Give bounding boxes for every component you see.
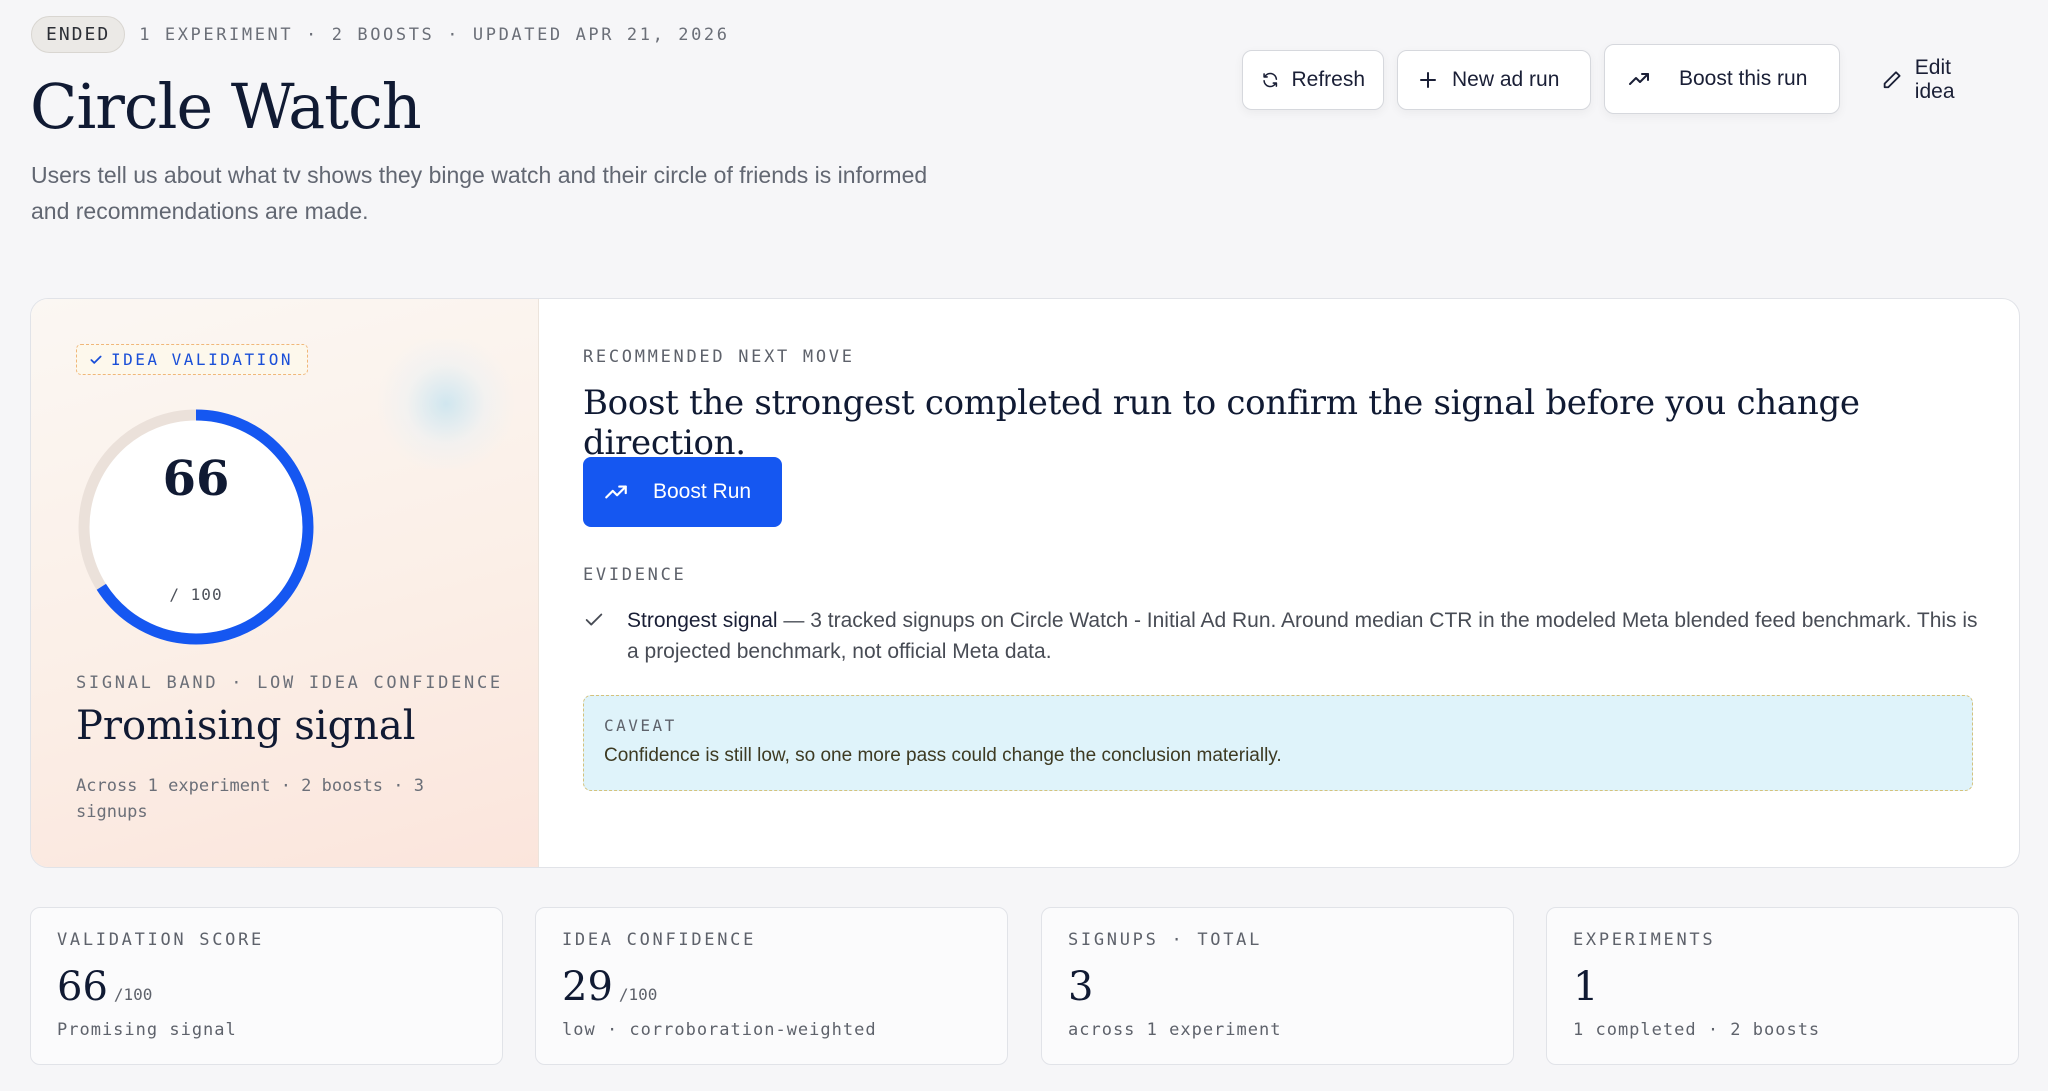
idea-validation-label: IDEA VALIDATION <box>111 350 293 369</box>
decorative-glow <box>371 339 521 469</box>
boost-run-label: Boost Run <box>653 480 752 503</box>
evidence-title: Strongest signal <box>627 609 778 632</box>
recommendation-label: RECOMMENDED NEXT MOVE <box>583 347 855 367</box>
recommendation-panel: RECOMMENDED NEXT MOVE Boost the stronges… <box>583 299 2019 867</box>
score-value: 66 <box>162 451 230 507</box>
boost-run-button[interactable]: Boost Run <box>583 457 782 527</box>
stat-label: IDEA CONFIDENCE <box>562 930 757 950</box>
score-panel: IDEA VALIDATION 66 / 100 SIGNAL BAND · L… <box>31 299 539 867</box>
boost-this-run-label: Boost this run <box>1679 67 1808 90</box>
refresh-button[interactable]: Refresh <box>1242 50 1384 110</box>
status-badge: ENDED <box>31 16 126 53</box>
stat-label: EXPERIMENTS <box>1573 930 1716 950</box>
caveat-box: CAVEAT Confidence is still low, so one m… <box>583 695 1973 791</box>
stat-value: 29 <box>562 964 613 1010</box>
new-ad-run-label: New ad run <box>1452 68 1560 91</box>
stat-sub: across 1 experiment <box>1068 1020 1282 1040</box>
evidence-text: Strongest signal — 3 tracked signups on … <box>627 605 1983 667</box>
signal-band-note: Across 1 experiment · 2 boosts · 3 signu… <box>76 776 424 822</box>
pencil-icon <box>1883 71 1901 89</box>
edit-idea-button[interactable]: Edit idea <box>1862 50 2008 110</box>
caveat-label: CAVEAT <box>604 716 677 735</box>
caveat-text: Confidence is still low, so one more pas… <box>604 745 1282 766</box>
stat-card-signups-total: SIGNUPS · TOTAL 3 across 1 experiment <box>1041 907 1514 1065</box>
new-ad-run-button[interactable]: New ad run <box>1397 50 1591 110</box>
idea-validation-tag: IDEA VALIDATION <box>76 344 308 375</box>
boost-this-run-button[interactable]: Boost this run <box>1604 44 1840 114</box>
trending-up-icon <box>1629 73 1649 85</box>
stat-card-idea-confidence: IDEA CONFIDENCE 29/100 low · corroborati… <box>535 907 1008 1065</box>
evidence-item: Strongest signal — 3 tracked signups on … <box>583 605 1983 667</box>
plus-icon <box>1420 72 1436 88</box>
trending-up-icon <box>605 485 627 499</box>
stat-sub: low · corroboration-weighted <box>562 1020 877 1040</box>
meta-text: 1 EXPERIMENT · 2 BOOSTS · UPDATED APR 21… <box>139 24 730 45</box>
page-meta: ENDED 1 EXPERIMENT · 2 BOOSTS · UPDATED … <box>31 16 730 53</box>
evidence-label: EVIDENCE <box>583 565 687 585</box>
score-max: / 100 <box>169 585 223 604</box>
recommendation-headline: Boost the strongest completed run to con… <box>583 383 1860 463</box>
signal-band-value: Promising signal <box>76 703 416 749</box>
page-title: Circle Watch <box>30 70 422 143</box>
stat-card-validation-score: VALIDATION SCORE 66/100 Promising signal <box>30 907 503 1065</box>
stat-unit: /100 <box>113 985 153 1004</box>
signal-band-label: SIGNAL BAND · LOW IDEA CONFIDENCE <box>76 673 503 693</box>
stat-value: 66 <box>57 964 108 1010</box>
validation-card: IDEA VALIDATION 66 / 100 SIGNAL BAND · L… <box>30 298 2020 868</box>
refresh-icon <box>1263 72 1278 88</box>
stat-sub: Promising signal <box>57 1020 237 1040</box>
check-icon <box>585 613 603 626</box>
refresh-label: Refresh <box>1291 68 1365 91</box>
evidence-body: — 3 tracked signups on Circle Watch - In… <box>627 609 1978 663</box>
stat-label: VALIDATION SCORE <box>57 930 264 950</box>
stat-card-experiments: EXPERIMENTS 1 1 completed · 2 boosts <box>1546 907 2019 1065</box>
edit-idea-label: Edit idea <box>1914 56 1955 103</box>
stat-value: 1 <box>1573 964 1599 1010</box>
stat-value: 3 <box>1068 964 1094 1010</box>
stat-unit: /100 <box>618 985 658 1004</box>
page-description: Users tell us about what tv shows they b… <box>31 162 928 224</box>
score-gauge <box>78 409 314 645</box>
check-icon <box>90 355 102 364</box>
stat-label: SIGNUPS · TOTAL <box>1068 930 1263 950</box>
stat-sub: 1 completed · 2 boosts <box>1573 1020 1821 1040</box>
